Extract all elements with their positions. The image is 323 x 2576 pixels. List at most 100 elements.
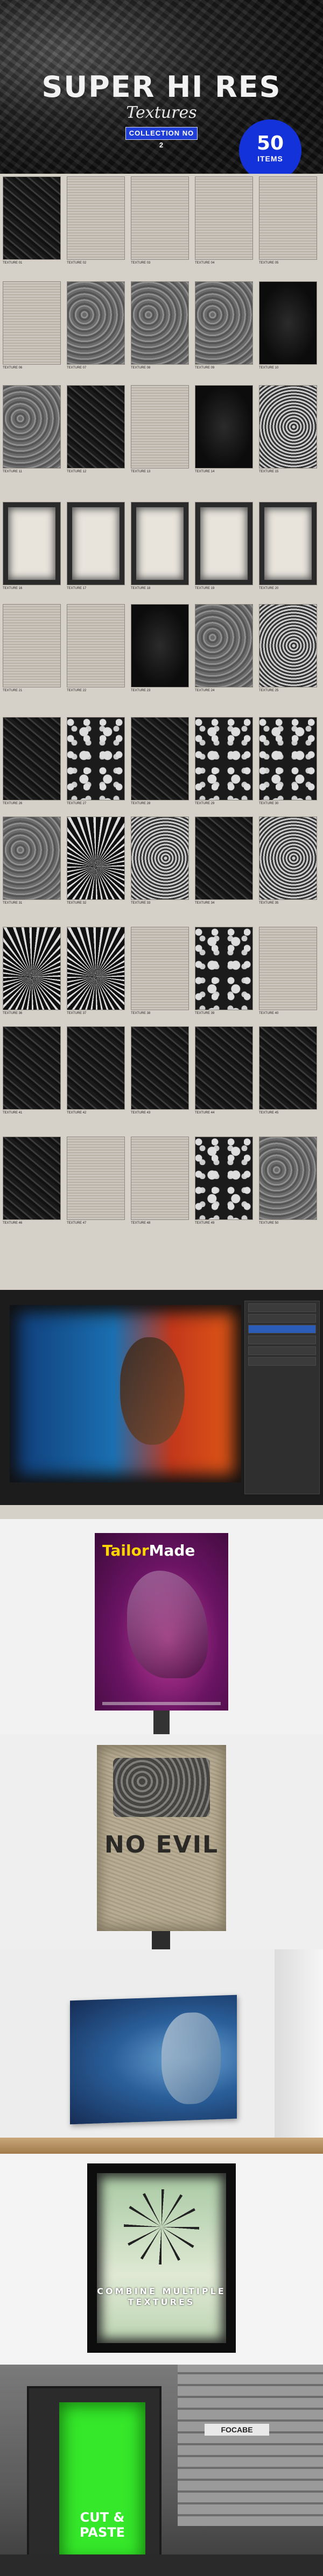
texture-preview — [259, 1026, 317, 1110]
texture-caption: TEXTURE 31 — [3, 902, 23, 905]
texture-preview — [67, 817, 125, 900]
texture-preview — [259, 502, 317, 585]
poster-footer-bar — [102, 1702, 221, 1705]
texture-tile: TEXTURE 21 — [3, 604, 61, 692]
no-evil-poster-section: NO EVIL — [0, 1734, 323, 1949]
texture-caption: TEXTURE 20 — [259, 587, 279, 590]
texture-caption: TEXTURE 34 — [195, 902, 215, 905]
texture-caption: TEXTURE 38 — [131, 1012, 151, 1015]
combine-caption: COMBINE MULTIPLE TEXTURES — [97, 2286, 226, 2307]
texture-caption: TEXTURE 05 — [259, 261, 279, 265]
texture-tile: TEXTURE 31 — [3, 817, 61, 905]
texture-tile: TEXTURE 24 — [195, 604, 253, 692]
texture-caption: TEXTURE 02 — [67, 261, 87, 265]
portrait-silhouette — [120, 1337, 185, 1445]
collection-pill: COLLECTION NO 2 — [125, 127, 198, 149]
texture-caption: TEXTURE 01 — [3, 261, 23, 265]
texture-caption: TEXTURE 09 — [195, 366, 215, 370]
texture-preview — [67, 717, 125, 800]
texture-preview — [67, 927, 125, 1010]
texture-preview — [195, 1026, 253, 1110]
layer-row — [248, 1357, 316, 1366]
texture-preview — [259, 927, 317, 1010]
tailor-brand-a: Tailor — [102, 1542, 149, 1559]
texture-tile: TEXTURE 33 — [131, 817, 189, 905]
holder-legs — [152, 1931, 170, 1949]
texture-preview — [3, 1026, 61, 1110]
tailor-brand-b: Made — [149, 1542, 195, 1559]
texture-tile: TEXTURE 20 — [259, 502, 317, 590]
texture-caption: TEXTURE 43 — [131, 1111, 151, 1115]
black-frame: COMBINE MULTIPLE TEXTURES — [87, 2163, 236, 2353]
texture-preview — [3, 604, 61, 687]
texture-preview — [67, 1026, 125, 1110]
texture-tile: TEXTURE 28 — [131, 717, 189, 805]
texture-caption: TEXTURE 07 — [67, 366, 87, 370]
texture-tile: TEXTURE 34 — [195, 817, 253, 905]
texture-preview — [259, 717, 317, 800]
texture-preview — [195, 385, 253, 469]
texture-preview — [67, 281, 125, 365]
texture-tile: TEXTURE 39 — [195, 927, 253, 1015]
texture-caption: TEXTURE 18 — [131, 587, 151, 590]
texture-caption: TEXTURE 39 — [195, 1012, 215, 1015]
texture-tile: TEXTURE 38 — [131, 927, 189, 1015]
texture-preview — [195, 1137, 253, 1220]
texture-tile: TEXTURE 04 — [195, 176, 253, 265]
layer-row — [248, 1346, 316, 1355]
layer-row — [248, 1325, 316, 1333]
texture-preview — [131, 1137, 189, 1220]
texture-preview — [195, 176, 253, 260]
texture-caption: TEXTURE 04 — [195, 261, 215, 265]
texture-tile: TEXTURE 47 — [67, 1137, 125, 1225]
texture-preview — [131, 176, 189, 260]
texture-caption: TEXTURE 41 — [3, 1111, 23, 1115]
texture-caption: TEXTURE 49 — [195, 1222, 215, 1225]
texture-caption: TEXTURE 40 — [259, 1012, 279, 1015]
texture-preview — [131, 604, 189, 687]
texture-preview — [131, 1026, 189, 1110]
wall-poster — [70, 1995, 237, 2125]
texture-tile: TEXTURE 23 — [131, 604, 189, 692]
texture-preview — [3, 176, 61, 260]
building-background — [178, 2365, 323, 2526]
tailor-poster-section: TailorMade — [0, 1519, 323, 1734]
texture-caption: TEXTURE 47 — [67, 1222, 87, 1225]
texture-caption: TEXTURE 24 — [195, 689, 215, 692]
texture-caption: TEXTURE 10 — [259, 366, 279, 370]
texture-preview — [131, 385, 189, 469]
side-wall — [275, 1949, 323, 2154]
texture-preview — [131, 817, 189, 900]
texture-tile: TEXTURE 13 — [131, 385, 189, 473]
texture-tile: TEXTURE 36 — [3, 927, 61, 1015]
portrait-face — [162, 2011, 221, 2105]
texture-tile: TEXTURE 11 — [3, 385, 61, 473]
texture-preview — [3, 927, 61, 1010]
layer-row — [248, 1303, 316, 1312]
texture-caption: TEXTURE 29 — [195, 802, 215, 805]
texture-tile: TEXTURE 15 — [259, 385, 317, 473]
texture-caption: TEXTURE 48 — [131, 1222, 151, 1225]
texture-caption: TEXTURE 28 — [131, 802, 151, 805]
texture-caption: TEXTURE 50 — [259, 1222, 279, 1225]
texture-preview — [3, 502, 61, 585]
holder-legs — [153, 1711, 170, 1734]
items-badge-label: ITEMS — [257, 154, 283, 163]
dancer-figure — [127, 1571, 208, 1678]
texture-caption: TEXTURE 03 — [131, 261, 151, 265]
texture-tile: TEXTURE 19 — [195, 502, 253, 590]
wall-poster-section — [0, 1949, 323, 2154]
texture-preview — [195, 927, 253, 1010]
texture-preview — [131, 927, 189, 1010]
texture-preview — [3, 1137, 61, 1220]
texture-tile: TEXTURE 41 — [3, 1026, 61, 1115]
road — [0, 2554, 323, 2576]
texture-caption: TEXTURE 30 — [259, 802, 279, 805]
texture-tile: TEXTURE 25 — [259, 604, 317, 692]
texture-preview — [195, 817, 253, 900]
layers-panel — [244, 1301, 320, 1494]
texture-caption: TEXTURE 36 — [3, 1012, 23, 1015]
texture-tile: TEXTURE 05 — [259, 176, 317, 265]
texture-tile: TEXTURE 37 — [67, 927, 125, 1015]
texture-preview — [131, 502, 189, 585]
